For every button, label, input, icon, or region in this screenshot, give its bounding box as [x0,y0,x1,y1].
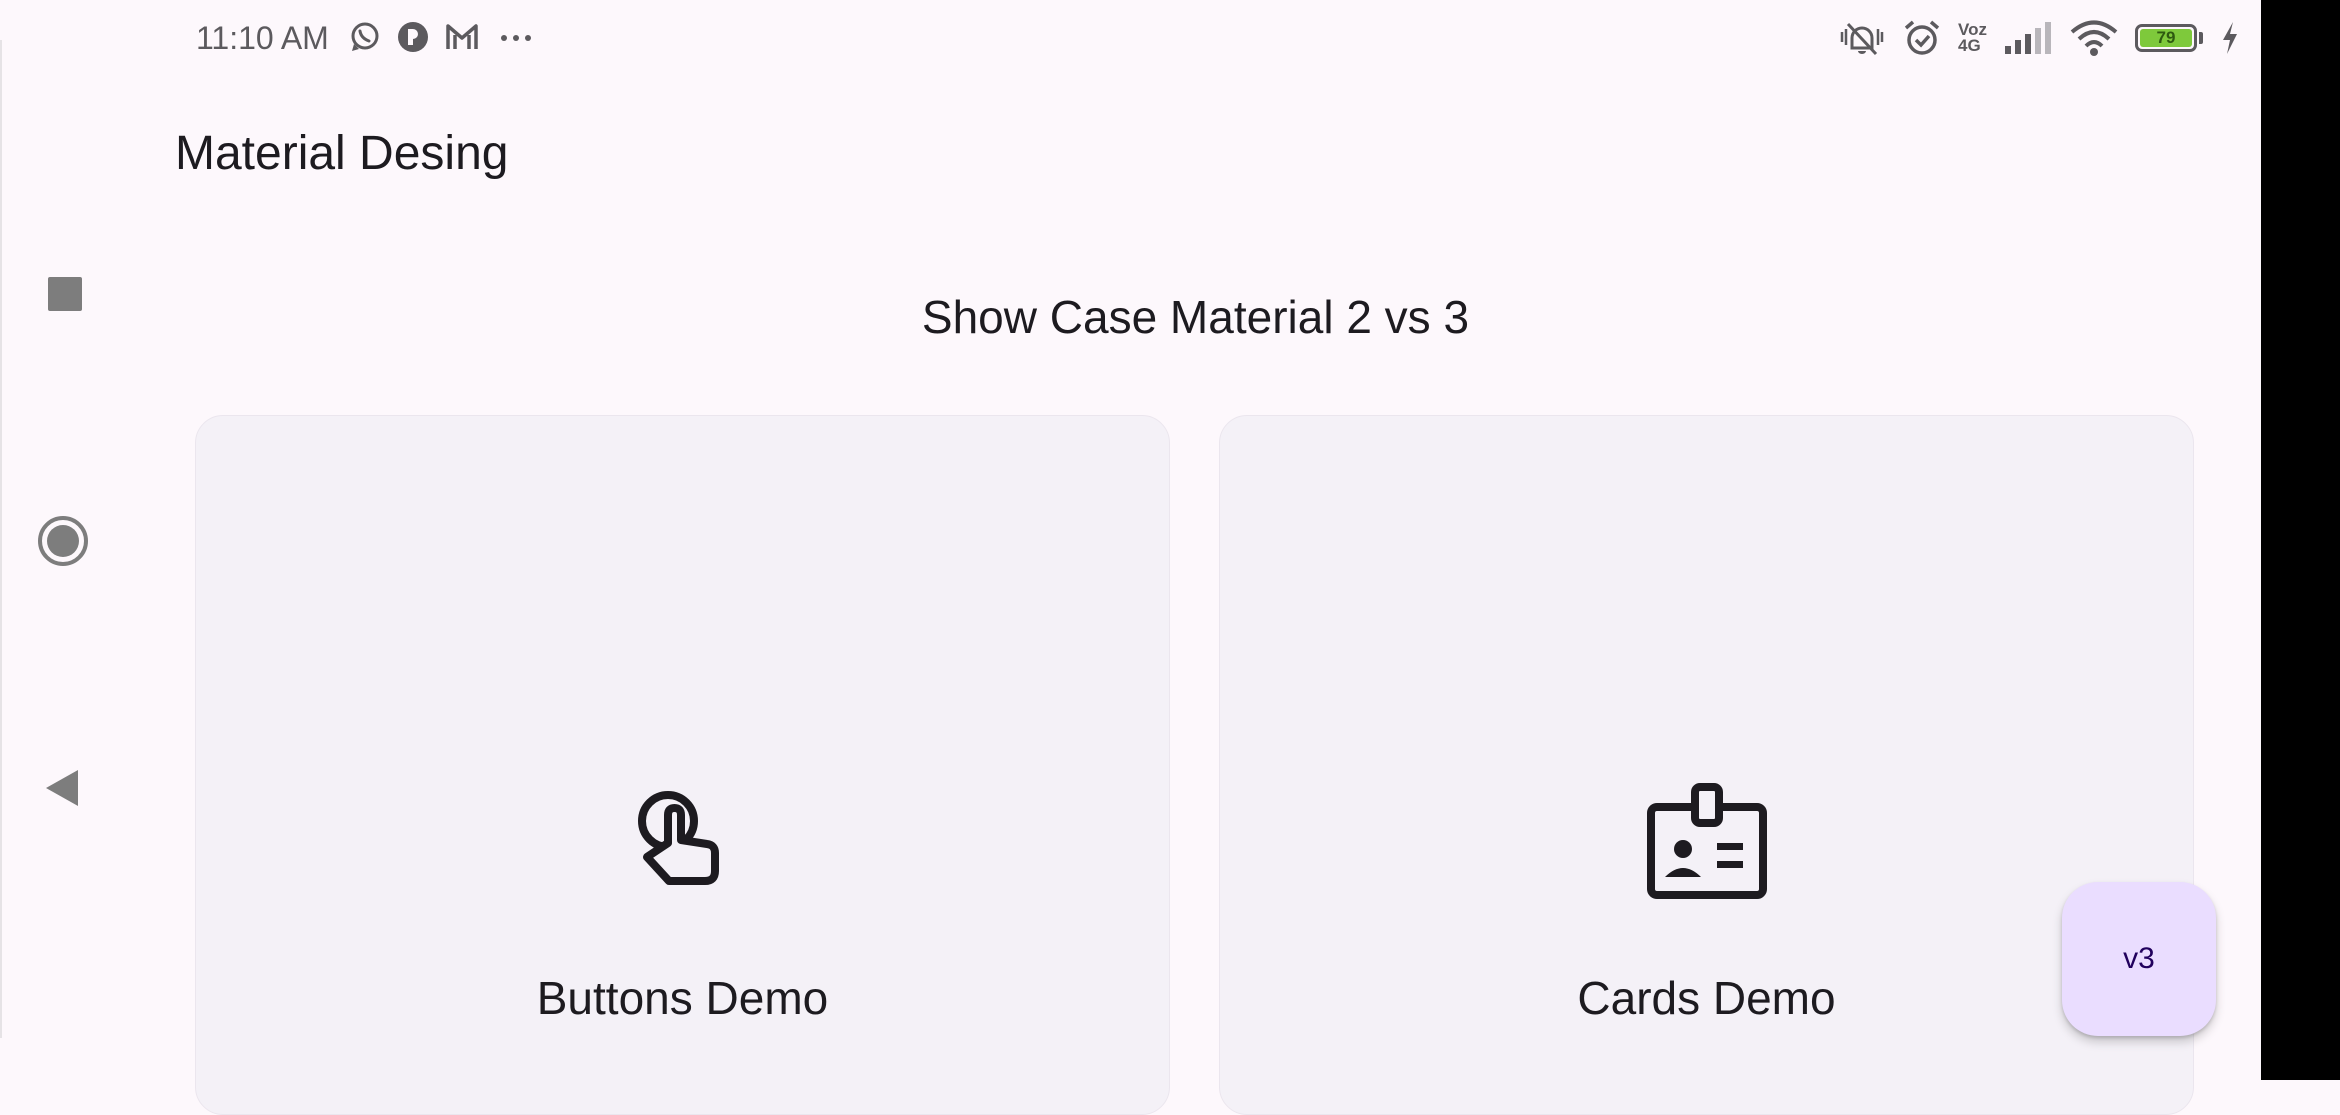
screen-bezel [2261,0,2340,1080]
version-fab[interactable]: v3 [2062,882,2216,1036]
home-button[interactable] [37,515,89,567]
buttons-demo-label: Buttons Demo [536,972,829,1024]
recents-button[interactable] [44,273,86,315]
status-bar: 11:10 AM Voz 4G 79 [130,0,2261,76]
nav-bar-edge [0,40,2,1038]
wifi-icon [2070,20,2118,56]
back-button[interactable] [42,766,82,810]
carrier-label: Voz 4G [1958,21,1987,55]
badge-icon [1646,783,1767,899]
charging-icon [2223,22,2237,54]
battery-level-text: 79 [2156,28,2176,47]
status-icons: Voz 4G 79 [1838,18,2241,58]
system-nav-bar [0,0,130,1080]
back-icon [46,770,78,806]
recents-icon [48,277,82,311]
buttons-demo-card[interactable]: Buttons Demo [195,415,1170,1115]
silent-mode-icon [1840,22,1884,56]
notification-icons [348,20,538,54]
signal-icon [2005,22,2051,54]
battery-icon: 79 [2135,24,2203,52]
version-fab-label: v3 [2123,942,2155,975]
touch-app-icon [637,791,719,885]
app-icon [398,22,428,52]
cards-demo-card[interactable]: Cards Demo [1219,415,2194,1115]
status-time: 11:10 AM [196,20,329,56]
battery-level: 79 [2140,28,2192,47]
more-notifications-icon [501,35,531,41]
alarm-icon [1904,20,1940,55]
gmail-icon [446,24,478,49]
page-heading: Show Case Material 2 vs 3 [921,291,1470,343]
cards-demo-label: Cards Demo [1577,972,1836,1024]
app-bar-title: Material Desing [175,127,509,180]
home-icon [38,516,88,566]
carrier-label-bottom: 4G [1958,36,1981,55]
whatsapp-icon [351,22,379,51]
